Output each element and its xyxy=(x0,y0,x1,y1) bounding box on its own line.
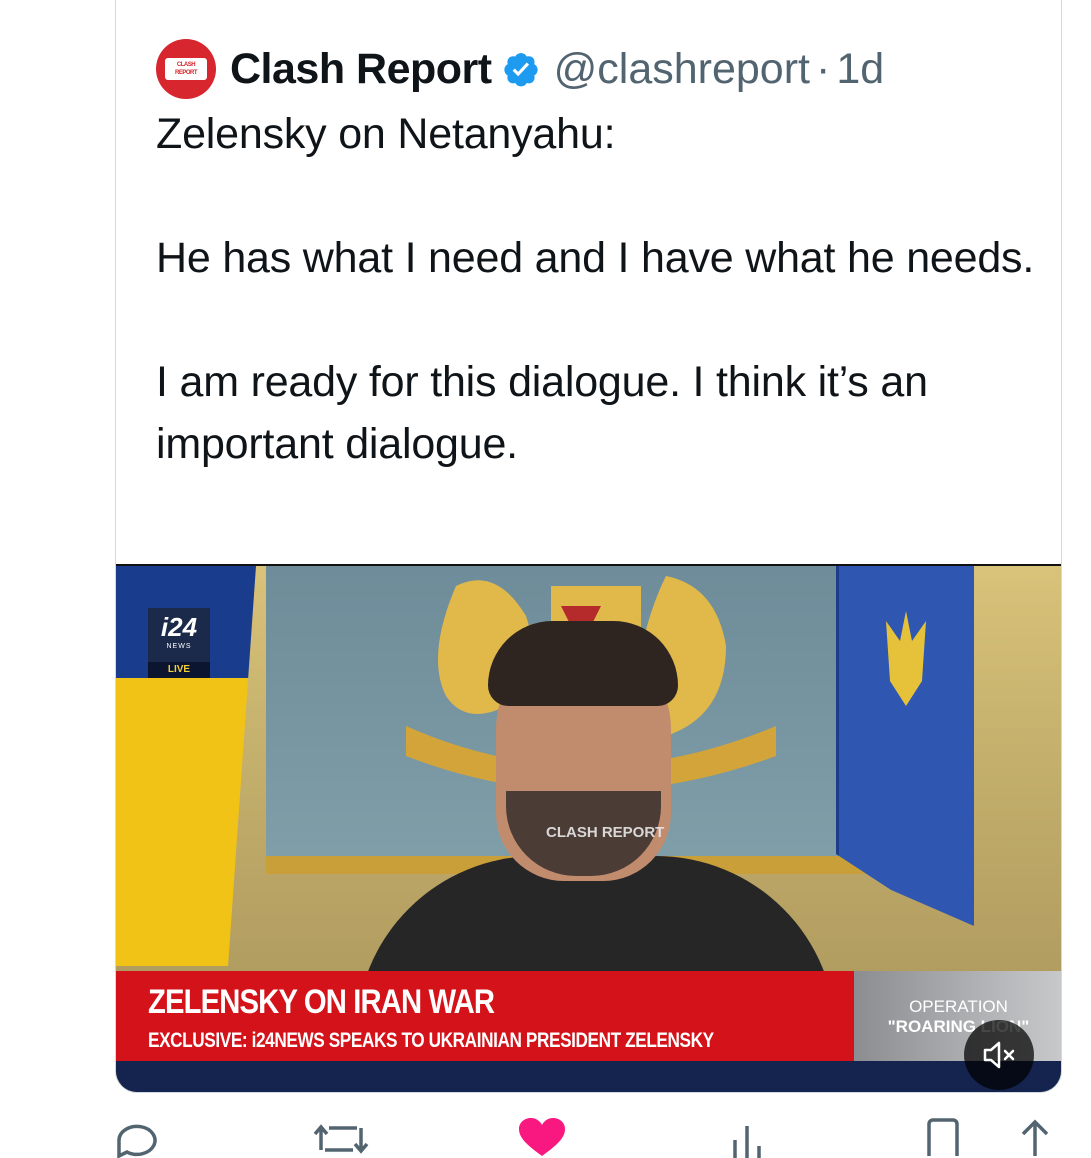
video-watermark: CLASH REPORT xyxy=(546,824,665,841)
tweet-text: Zelensky on Netanyahu: He has what I nee… xyxy=(156,110,1035,468)
retweet-button[interactable] xyxy=(313,1118,369,1158)
tweet-action-bar xyxy=(115,1110,1062,1158)
speaker-hair xyxy=(488,621,678,706)
like-button[interactable] xyxy=(517,1118,567,1158)
tweet-header: CLASH REPORT Clash Report @clashreport ·… xyxy=(156,33,884,105)
avatar-text: CLASH REPORT xyxy=(174,62,198,76)
verified-badge-icon xyxy=(503,53,538,87)
lower-third-strip xyxy=(116,1061,1061,1092)
speaker-muted-icon xyxy=(983,1041,1015,1069)
author-handle[interactable]: @clashreport xyxy=(554,45,810,94)
author-name[interactable]: Clash Report xyxy=(230,45,492,94)
heart-icon xyxy=(519,1118,565,1156)
tweet-card[interactable]: CLASH REPORT Clash Report @clashreport ·… xyxy=(115,0,1062,1093)
retweet-icon xyxy=(313,1124,369,1154)
live-badge: LIVE xyxy=(148,662,210,678)
separator-dot: · xyxy=(815,44,831,93)
reply-button[interactable] xyxy=(115,1118,163,1158)
bookmark-icon xyxy=(927,1118,959,1156)
avatar[interactable]: CLASH REPORT xyxy=(156,39,216,99)
share-button[interactable] xyxy=(1015,1118,1055,1158)
tweet-timestamp[interactable]: 1d xyxy=(836,45,884,94)
bookmark-button[interactable] xyxy=(923,1118,963,1158)
channel-logo-text: i24 xyxy=(160,612,198,642)
mute-button[interactable] xyxy=(964,1020,1034,1090)
views-button[interactable] xyxy=(727,1118,767,1158)
reply-icon xyxy=(117,1124,157,1158)
operation-label: OPERATION xyxy=(909,997,1008,1016)
operation-name: "ROARING LION" xyxy=(887,1017,1030,1036)
channel-logo-sub: NEWS xyxy=(166,643,192,650)
share-icon xyxy=(1021,1119,1049,1156)
tweet-video[interactable]: i24 NEWS LIVE CLASH REPORT ZELENSKY ON I… xyxy=(116,564,1061,1092)
views-icon xyxy=(733,1126,761,1158)
lower-third-subheadline: EXCLUSIVE: i24NEWS SPEAKS TO UKRAINIAN P… xyxy=(148,1029,714,1052)
lower-third-headline: ZELENSKY ON IRAN WAR xyxy=(148,983,495,1021)
avatar-logo: CLASH REPORT xyxy=(165,58,207,80)
trident-emblem-icon xyxy=(886,611,926,706)
